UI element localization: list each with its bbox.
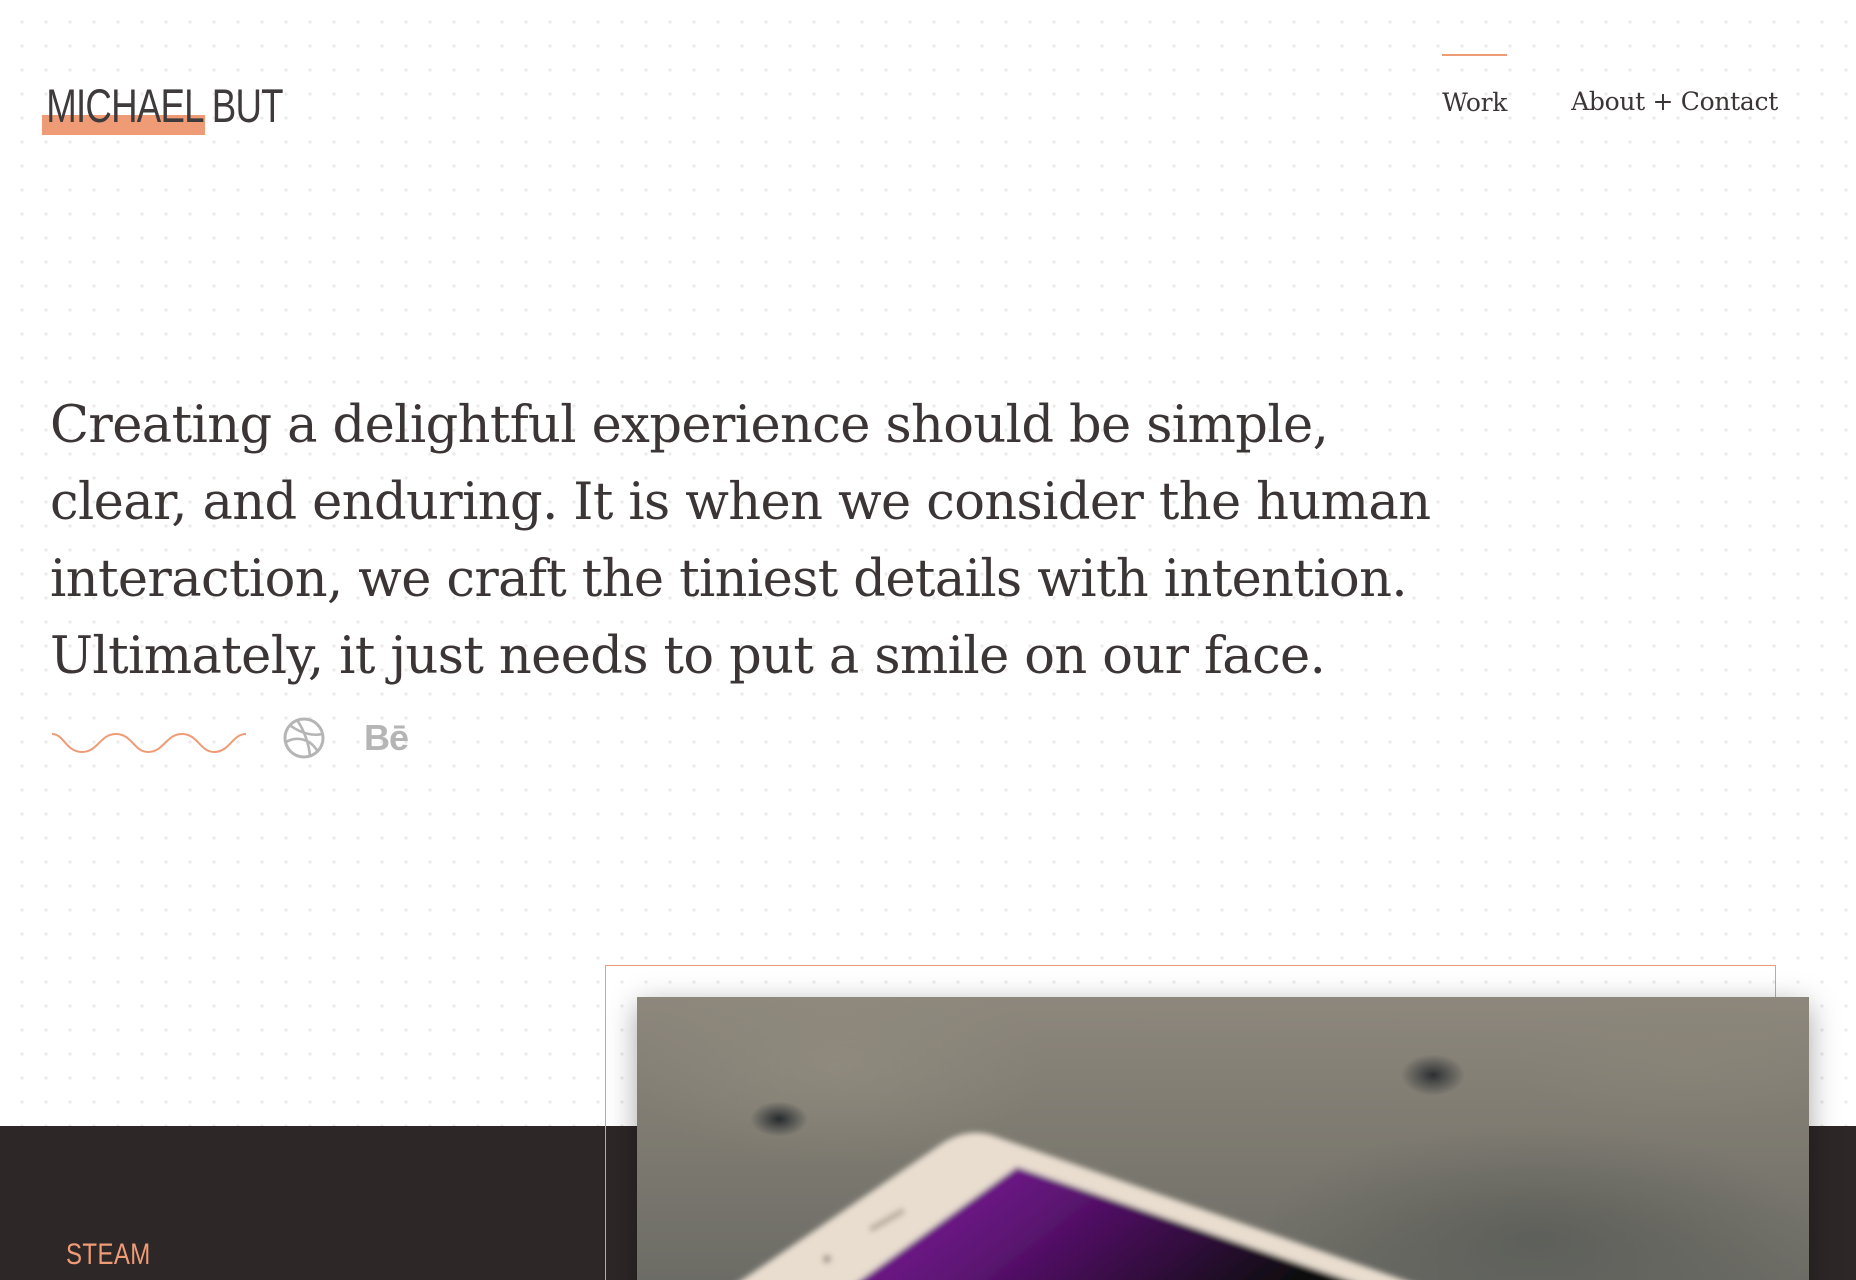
social-links: Bē — [50, 716, 409, 760]
main-nav: Work About + Contact — [1442, 50, 1778, 117]
project-label[interactable]: STEAM — [66, 1238, 151, 1272]
logo[interactable]: MICHAEL BUT — [40, 76, 351, 136]
hero-statement: Creating a delightful experience should … — [50, 396, 1431, 686]
logo-text: MICHAEL BUT — [46, 79, 283, 132]
dribbble-icon[interactable] — [282, 716, 326, 760]
phone-illustration — [741, 1132, 1404, 1280]
nav-work[interactable]: Work — [1442, 50, 1507, 117]
wave-icon — [51, 732, 246, 754]
nav-about-contact[interactable]: About + Contact — [1571, 50, 1778, 116]
behance-icon[interactable]: Bē — [364, 717, 409, 759]
project-image[interactable] — [637, 997, 1809, 1280]
